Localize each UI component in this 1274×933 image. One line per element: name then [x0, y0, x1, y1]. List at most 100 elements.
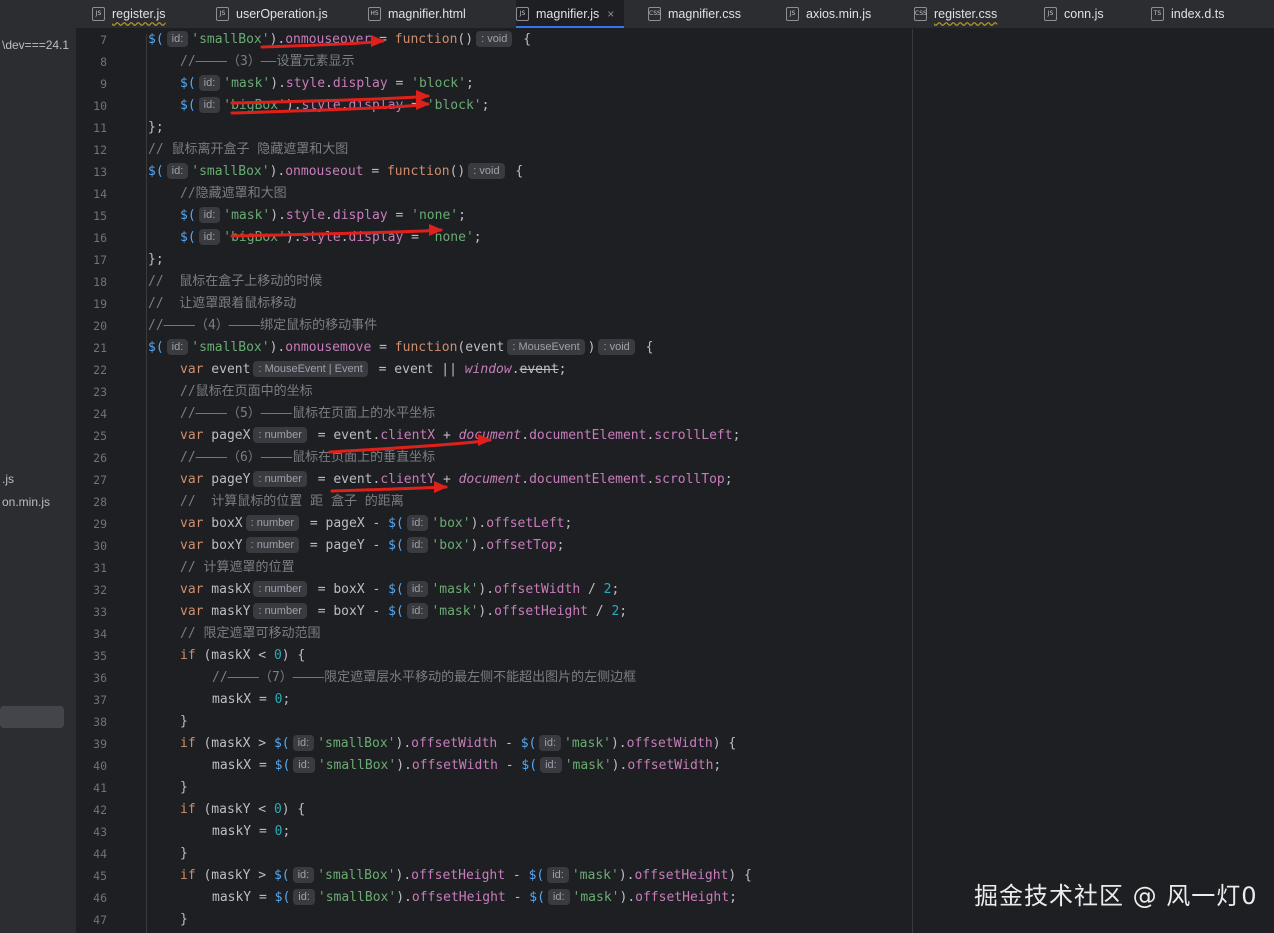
code-line[interactable]: var event: MouseEvent | Event = event ||…	[180, 359, 567, 381]
sidebar-path: \dev===24.1	[2, 38, 70, 52]
code-line[interactable]: if (maskY < 0) {	[180, 799, 305, 821]
code-line[interactable]: //————（3）——设置元素显示	[180, 51, 354, 73]
code-line[interactable]: var pageX: number = event.clientX + docu…	[180, 425, 740, 447]
sidebar-file-item[interactable]: on.min.js	[2, 495, 50, 509]
code-token: ;	[558, 362, 567, 377]
code-line[interactable]: if (maskX > $(id:'smallBox').offsetWidth…	[180, 733, 736, 755]
inlay-type-hint: : void	[598, 339, 635, 355]
code-token: offsetHeight	[634, 868, 729, 883]
code-line[interactable]: maskY = $(id:'smallBox').offsetHeight - …	[212, 887, 737, 909]
code-token: {	[637, 340, 654, 355]
code-line[interactable]: $(id:'bigBox').style.display = 'none';	[180, 227, 482, 249]
sidebar-file-item[interactable]: .js	[2, 472, 14, 486]
tab-register-js[interactable]: JS register.js	[92, 0, 176, 28]
tab-axios-min-js[interactable]: JS axios.min.js	[786, 0, 881, 28]
line-number: 27	[93, 473, 107, 487]
code-line[interactable]: var boxX: number = pageX - $(id:'box').o…	[180, 513, 572, 535]
tab-magnifier-html[interactable]: H5 magnifier.html	[368, 0, 476, 28]
line-number: 24	[93, 407, 107, 421]
code-line[interactable]: $(id:'mask').style.display = 'block';	[180, 73, 474, 95]
code-token: }	[180, 912, 188, 927]
code-editor[interactable]: $(id:'smallBox').onmouseover = function(…	[142, 29, 1274, 933]
code-line[interactable]: // 鼠标离开盒子 隐藏遮罩和大图	[148, 139, 348, 161]
code-token: offsetLeft	[486, 516, 565, 531]
code-line[interactable]: //隐藏遮罩和大图	[180, 183, 287, 205]
code-line[interactable]: $(id:'smallBox').onmouseover = function(…	[148, 29, 531, 51]
code-line[interactable]: //————（7）————限定遮罩层水平移动的最左侧不能超出图片的左侧边框	[212, 667, 636, 689]
code-token: $(	[180, 208, 196, 223]
code-line[interactable]: };	[148, 249, 164, 271]
code-line[interactable]: // 计算遮罩的位置	[180, 557, 294, 579]
code-token: ;	[619, 604, 628, 619]
code-line[interactable]: $(id:'mask').style.display = 'none';	[180, 205, 466, 227]
code-line[interactable]: }	[180, 843, 188, 865]
tab-magnifier-js[interactable]: JS magnifier.js ×	[516, 0, 625, 28]
code-line[interactable]: };	[148, 117, 164, 139]
code-token: 'smallBox'	[317, 868, 396, 883]
code-token: 'mask'	[223, 76, 271, 91]
code-token: window	[464, 362, 512, 377]
code-token: var	[180, 538, 204, 553]
code-token: ).	[618, 868, 635, 883]
line-number-gutter: 7 8 9 10 11 12 13 14 15 16 17 18 19 20 21 22 23 24 25 26 27 2…	[76, 29, 142, 933]
line-number: 8	[100, 55, 107, 69]
code-token: var	[180, 516, 204, 531]
line-number: 45	[93, 869, 107, 883]
code-line[interactable]: if (maskY > $(id:'smallBox').offsetHeigh…	[180, 865, 752, 887]
code-line[interactable]: var maskX: number = boxX - $(id:'mask').…	[180, 579, 619, 601]
code-line[interactable]: $(id:'smallBox').onmousemove = function(…	[148, 337, 653, 359]
code-line[interactable]: maskX = $(id:'smallBox').offsetWidth - $…	[212, 755, 721, 777]
tab-register-css[interactable]: CSS register.css	[914, 0, 1007, 28]
code-token: =	[387, 208, 412, 223]
code-line[interactable]: //————（6）————鼠标在页面上的垂直坐标	[180, 447, 435, 469]
code-line[interactable]: // 计算鼠标的位置 距 盒子 的距离	[180, 491, 404, 513]
code-token: 'smallBox'	[191, 340, 270, 355]
tab-magnifier-css[interactable]: CSS magnifier.css	[648, 0, 751, 28]
code-token: ).	[470, 538, 487, 553]
code-line[interactable]: // 限定遮罩可移动范围	[180, 623, 320, 645]
code-token: ).	[270, 208, 286, 223]
code-line[interactable]: if (maskX < 0) {	[180, 645, 305, 667]
code-token: 'none'	[426, 230, 474, 245]
sidebar-selected-item[interactable]	[0, 706, 64, 728]
code-token: offsetHeight	[411, 868, 506, 883]
code-token: ).	[619, 890, 636, 905]
code-line[interactable]: $(id:'bigBox').style.display = 'block';	[180, 95, 489, 117]
code-line[interactable]: // 鼠标在盒子上移动的时候	[148, 271, 322, 293]
code-token: =	[371, 340, 395, 355]
inlay-type-hint: id:	[293, 757, 315, 773]
code-line[interactable]: maskX = 0;	[212, 689, 290, 711]
code-token: .	[521, 472, 530, 487]
close-tab-icon[interactable]: ×	[607, 7, 614, 21]
code-line[interactable]: var maskY: number = boxY - $(id:'mask').…	[180, 601, 627, 623]
tab-label: magnifier.html	[388, 7, 466, 21]
code-token: /	[587, 604, 612, 619]
code-line[interactable]: maskY = 0;	[212, 821, 290, 843]
code-line[interactable]: //————（4）————绑定鼠标的移动事件	[148, 315, 377, 337]
tab-useroperation-js[interactable]: JS userOperation.js	[216, 0, 338, 28]
tab-index-d-ts[interactable]: TS index.d.ts	[1151, 0, 1235, 28]
code-line[interactable]: $(id:'smallBox').onmouseout = function()…	[148, 161, 523, 183]
code-line[interactable]: }	[180, 777, 188, 799]
code-line[interactable]: //鼠标在页面中的坐标	[180, 381, 313, 403]
code-token: style	[285, 76, 326, 91]
tab-label: register.css	[934, 7, 998, 21]
code-line[interactable]: }	[180, 909, 188, 931]
code-token: = pageX -	[302, 516, 389, 531]
code-token: .	[340, 98, 349, 113]
file-type-icon: H5	[368, 7, 381, 21]
code-token: };	[148, 120, 164, 135]
tab-conn-js[interactable]: JS conn.js	[1044, 0, 1114, 28]
code-line[interactable]: var pageY: number = event.clientY + docu…	[180, 469, 733, 491]
code-token: 'smallBox'	[317, 758, 397, 773]
inlay-type-hint: id:	[547, 867, 569, 883]
inlay-type-hint: : number	[245, 537, 300, 553]
code-token: -	[497, 758, 522, 773]
code-line[interactable]: var boxY: number = pageY - $(id:'box').o…	[180, 535, 565, 557]
file-type-icon: JS	[786, 7, 799, 21]
code-token: 'mask'	[564, 736, 611, 751]
line-number: 47	[93, 913, 107, 927]
code-line[interactable]: //————（5）————鼠标在页面上的水平坐标	[180, 403, 435, 425]
code-line[interactable]: // 让遮罩跟着鼠标移动	[148, 293, 296, 315]
code-line[interactable]: }	[180, 711, 188, 733]
